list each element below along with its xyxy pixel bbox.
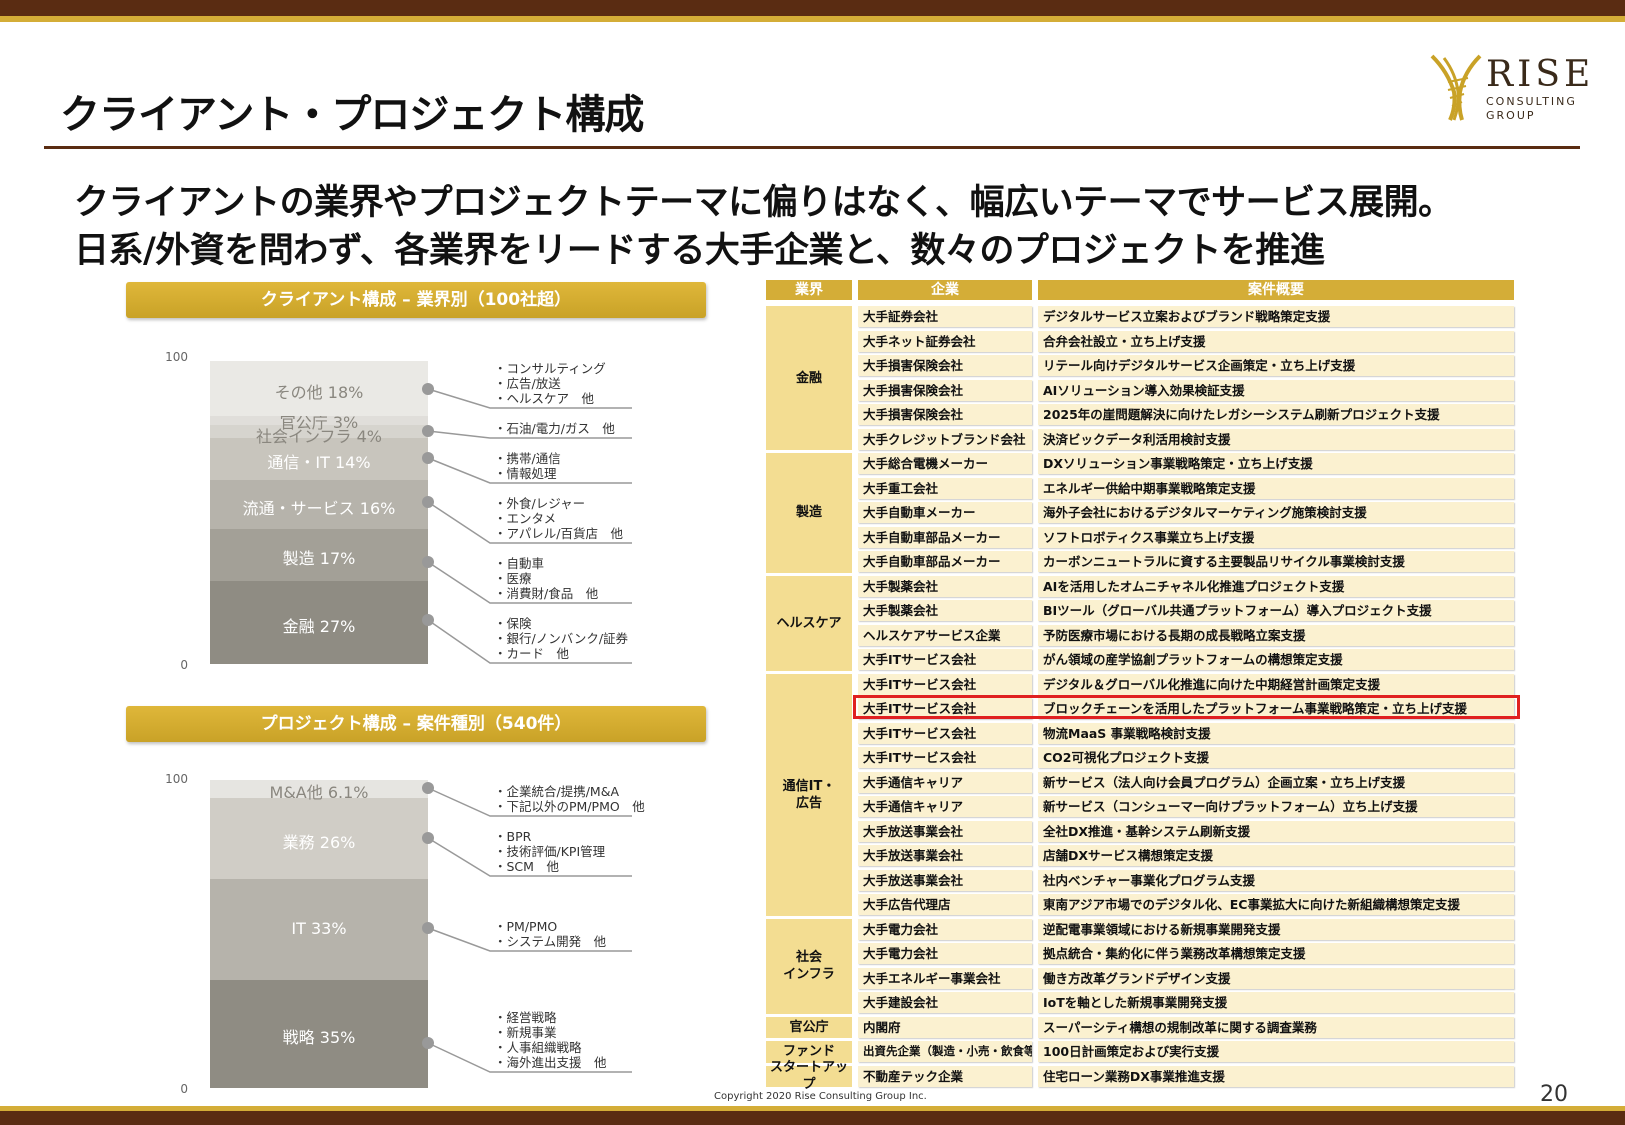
- segment-label: IT 33%: [291, 919, 347, 939]
- bottom-brown-bar: [0, 1111, 1625, 1125]
- company-cell: 大手自動車メーカー: [858, 502, 1032, 523]
- segment-note: ・人事組織戦略: [494, 1040, 582, 1055]
- project-summary-cell: 海外子会社におけるデジタルマーケティング施策検討支援: [1038, 502, 1514, 523]
- company-cell: 大手ITサービス会社: [858, 673, 1032, 695]
- company-cell: 大手ITサービス会社: [858, 722, 1032, 744]
- leader-dot: [422, 922, 434, 934]
- company-cell: 大手損害保険会社: [858, 404, 1032, 425]
- highlighted-row-frame: [853, 695, 1520, 719]
- company-cell: 大手自動車部品メーカー: [858, 526, 1032, 548]
- segment-note: ・技術評価/KPI管理: [494, 844, 606, 859]
- project-summary-cell: AIを活用したオムニチャネル化推進プロジェクト支援: [1038, 575, 1514, 597]
- table-header-cell: 案件概要: [1038, 280, 1514, 300]
- segment-note: ・BPR: [494, 829, 532, 844]
- segment-label: 業務 26%: [282, 832, 356, 852]
- project-summary-cell: エネルギー供給中期事業戦略策定支援: [1038, 477, 1514, 499]
- company-cell: 大手総合電機メーカー: [858, 453, 1032, 474]
- segment-label: 戦略 35%: [282, 1028, 356, 1048]
- project-summary-cell: IoTを軸とした新規事業開発支援: [1038, 992, 1514, 1013]
- leader-dot: [422, 832, 434, 844]
- industry-cell: 通信IT・ 広告: [766, 673, 852, 916]
- project-summary-cell: デジタルサービス立案およびブランド戦略策定支援: [1038, 306, 1514, 327]
- segment-note: ・下記以外のPM/PMO 他: [494, 799, 645, 814]
- company-cell: 大手損害保険会社: [858, 355, 1032, 376]
- leader-dot: [422, 782, 434, 794]
- company-cell: 大手製薬会社: [858, 600, 1032, 621]
- project-summary-cell: 決済ビックデータ利活用検討支援: [1038, 428, 1514, 450]
- page-number: 20: [1540, 1082, 1568, 1107]
- project-summary-cell: カーボンニュートラルに資する主要製品リサイクル事業検討支援: [1038, 551, 1514, 572]
- company-cell: 大手証券会社: [858, 306, 1032, 327]
- project-summary-cell: 新サービス（コンシューマー向けプラットフォーム）立ち上げ支援: [1038, 796, 1514, 817]
- table-header-cell: 企業: [858, 280, 1032, 300]
- company-cell: 大手放送事業会社: [858, 869, 1032, 891]
- company-cell: 内閣府: [858, 1016, 1032, 1038]
- segment-note: ・経営戦略: [494, 1010, 557, 1025]
- project-summary-cell: 働き方改革グランドデザイン支援: [1038, 967, 1514, 989]
- company-cell: 大手電力会社: [858, 918, 1032, 940]
- logo-tagline-2: GROUP: [1486, 109, 1536, 122]
- project-summary-cell: がん領域の産学協創プラットフォームの構想策定支援: [1038, 649, 1514, 670]
- project-summary-cell: 2025年の崖問題解決に向けたレガシーシステム刷新プロジェクト支援: [1038, 404, 1514, 425]
- project-summary-cell: スーパーシティ構想の規制改革に関する調査業務: [1038, 1016, 1514, 1038]
- company-cell: 大手重工会社: [858, 477, 1032, 499]
- company-cell: 大手広告代理店: [858, 894, 1032, 915]
- project-summary-cell: 社内ベンチャー事業化プログラム支援: [1038, 869, 1514, 891]
- industry-cell: スタートアップ: [766, 1060, 852, 1092]
- company-cell: 大手通信キャリア: [858, 796, 1032, 817]
- industry-cell: ヘルスケア: [766, 575, 852, 671]
- company-cell: 出資先企業（製造・小売・飲食等）: [858, 1041, 1032, 1062]
- company-cell: 大手ITサービス会社: [858, 747, 1032, 768]
- company-cell: 大手自動車部品メーカー: [858, 551, 1032, 572]
- logo-tagline-1: CONSULTING: [1486, 95, 1577, 108]
- project-summary-cell: 全社DX推進・基幹システム刷新支援: [1038, 820, 1514, 842]
- project-summary-cell: AIソリューション導入効果検証支援: [1038, 379, 1514, 401]
- company-cell: 不動産テック企業: [858, 1065, 1032, 1087]
- industry-cell: 金融: [766, 306, 852, 450]
- copyright-text: Copyright 2020 Rise Consulting Group Inc…: [714, 1091, 927, 1102]
- logo-wordmark: RISE: [1486, 54, 1595, 95]
- industry-cell: 社会 インフラ: [766, 918, 852, 1014]
- project-summary-cell: リテール向けデジタルサービス企画策定・立ち上げ支援: [1038, 355, 1514, 376]
- project-summary-cell: 物流MaaS 事業戦略検討支援: [1038, 722, 1514, 744]
- company-cell: 大手ネット証券会社: [858, 330, 1032, 352]
- project-summary-cell: 住宅ローン業務DX事業推進支援: [1038, 1065, 1514, 1087]
- company-cell: 大手クレジットブランド会社: [858, 428, 1032, 450]
- segment-note: ・企業統合/提携/M&A: [494, 784, 620, 799]
- company-cell: 大手製薬会社: [858, 575, 1032, 597]
- table-header-cell: 業界: [766, 280, 852, 300]
- project-summary-cell: ソフトロボティクス事業立ち上げ支援: [1038, 526, 1514, 548]
- company-cell: 大手放送事業会社: [858, 845, 1032, 866]
- company-cell: 大手エネルギー事業会社: [858, 967, 1032, 989]
- project-summary-cell: 新サービス（法人向け会員プログラム）企画立案・立ち上げ支援: [1038, 771, 1514, 793]
- project-summary-cell: 店舗DXサービス構想策定支援: [1038, 845, 1514, 866]
- project-summary-cell: 東南アジア市場でのデジタル化、EC事業拡大に向けた新組織構想策定支援: [1038, 894, 1514, 915]
- company-cell: 大手ITサービス会社: [858, 649, 1032, 670]
- company-cell: ヘルスケアサービス企業: [858, 624, 1032, 646]
- industry-cell: 官公庁: [766, 1016, 852, 1038]
- leader-dot: [422, 1037, 434, 1049]
- segment-note: ・SCM 他: [494, 859, 559, 874]
- segment-note: ・システム開発 他: [494, 934, 607, 949]
- project-summary-cell: 拠点統合・集約化に伴う業務改革構想策定支援: [1038, 943, 1514, 964]
- company-cell: 大手通信キャリア: [858, 771, 1032, 793]
- segment-note: ・PM/PMO: [494, 919, 558, 934]
- project-summary-cell: DXソリューション事業戦略策定・立ち上げ支援: [1038, 453, 1514, 474]
- company-cell: 大手放送事業会社: [858, 820, 1032, 842]
- segment-note: ・海外進出支援 他: [494, 1055, 607, 1070]
- project-summary-cell: 逆配電事業領域における新規事業開発支援: [1038, 918, 1514, 940]
- company-cell: 大手電力会社: [858, 943, 1032, 964]
- rise-logo-icon: [1430, 54, 1482, 121]
- project-summary-cell: 100日計画策定および実行支援: [1038, 1041, 1514, 1062]
- project-summary-cell: デジタル＆グローバル化推進に向けた中期経営計画策定支援: [1038, 673, 1514, 695]
- project-summary-cell: 合弁会社設立・立ち上げ支援: [1038, 330, 1514, 352]
- project-summary-cell: BIツール（グローバル共通プラットフォーム）導入プロジェクト支援: [1038, 600, 1514, 621]
- segment-label: M&A他 6.1%: [269, 783, 369, 803]
- industry-cell: 製造: [766, 453, 852, 573]
- project-summary-cell: 予防医療市場における長期の成長戦略立案支援: [1038, 624, 1514, 646]
- segment-note: ・新規事業: [494, 1025, 557, 1040]
- company-cell: 大手損害保険会社: [858, 379, 1032, 401]
- company-cell: 大手建設会社: [858, 992, 1032, 1013]
- project-summary-cell: CO2可視化プロジェクト支援: [1038, 747, 1514, 768]
